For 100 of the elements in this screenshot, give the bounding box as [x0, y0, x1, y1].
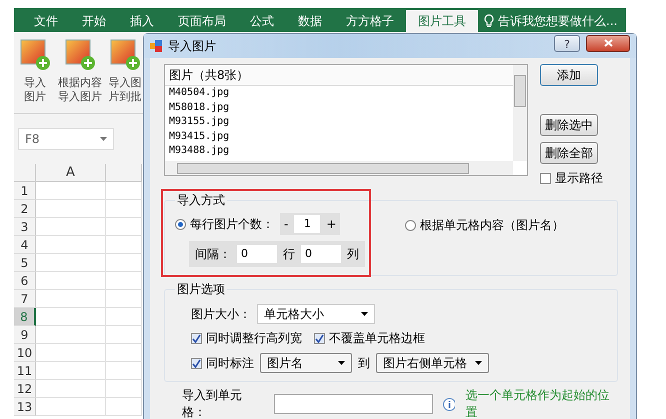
tell-me-field[interactable]: 告诉我您想要做什么...	[478, 10, 618, 32]
checkbox[interactable]: 同时标注	[191, 354, 254, 372]
ribbon-tab[interactable]: 图片工具	[406, 10, 478, 32]
ribbon-tab[interactable]: 方方格子	[334, 10, 406, 32]
row-header[interactable]: 7	[14, 290, 36, 308]
row-header[interactable]: 5	[14, 254, 36, 272]
row-header[interactable]: 13	[14, 398, 36, 416]
radio-button[interactable]: 每行图片个数：	[175, 216, 274, 232]
number-stepper[interactable]: - 1 +	[280, 213, 340, 235]
lightbulb-icon	[484, 14, 494, 28]
file-item[interactable]: M58018.jpg	[165, 100, 513, 115]
file-item[interactable]: M93155.jpg	[165, 115, 513, 130]
checkbox[interactable]: 不覆盖单元格边框	[314, 330, 425, 347]
vertical-scrollbar[interactable]	[513, 65, 527, 161]
radio-button[interactable]: 根据单元格内容（图片名）	[405, 217, 564, 234]
grid-cell[interactable]	[36, 362, 106, 380]
file-list[interactable]: 图片（共8张） M40504.jpg M58018.jpg M93155.jpg M93415.jpg M93488.jpg	[164, 64, 528, 176]
grid-cell[interactable]	[106, 308, 142, 326]
row-header[interactable]: 11	[14, 362, 36, 380]
grid-cell[interactable]	[36, 380, 106, 398]
checkmark-icon	[315, 334, 324, 343]
group-title: 导入方式	[176, 192, 226, 209]
dropdown-arrow-icon	[100, 137, 107, 141]
dialog-button[interactable]: 添加	[540, 64, 598, 86]
row-header[interactable]: 10	[14, 344, 36, 362]
row-header[interactable]: 4	[14, 236, 36, 254]
row-header[interactable]: 1	[14, 182, 36, 200]
checkmark-icon	[192, 358, 201, 368]
size-dropdown[interactable]: 单元格大小	[257, 304, 375, 324]
target-label: 导入到单元格：	[182, 387, 243, 419]
horizontal-scrollbar[interactable]	[165, 161, 513, 175]
checkbox[interactable]: 显示路径	[540, 170, 603, 187]
grid-cell[interactable]	[106, 380, 142, 398]
grid-cell[interactable]	[106, 362, 142, 380]
row-header[interactable]: 6	[14, 272, 36, 290]
row-header[interactable]: 2	[14, 200, 36, 218]
grid-cell[interactable]	[36, 326, 106, 344]
row-header[interactable]: 3	[14, 218, 36, 236]
grid-cell[interactable]	[36, 344, 106, 362]
grid-cell[interactable]	[36, 254, 106, 272]
help-button[interactable]: ?	[554, 34, 580, 52]
plus-button[interactable]: +	[326, 217, 336, 231]
grid-cell[interactable]	[36, 200, 106, 218]
name-box[interactable]: F8	[18, 128, 114, 150]
grid-cell[interactable]	[36, 236, 106, 254]
checkbox[interactable]: 同时调整行高列宽	[191, 330, 302, 347]
grid-cell[interactable]	[36, 272, 106, 290]
to-label: 到	[358, 354, 370, 372]
ribbon-button[interactable]: 导入图 片到批	[108, 38, 142, 113]
grid-cell[interactable]	[106, 272, 142, 290]
dialog-title: 导入图片	[168, 38, 217, 54]
ribbon-tab[interactable]: 开始	[70, 10, 118, 32]
dialog-button[interactable]: 删除全部	[540, 142, 598, 164]
minus-button[interactable]: -	[284, 217, 288, 231]
row-spacing-field[interactable]: 0	[237, 245, 277, 263]
grid-cell[interactable]	[36, 182, 106, 200]
row-header[interactable]: 12	[14, 380, 36, 398]
grid-cell[interactable]	[36, 308, 106, 326]
grid-cell[interactable]	[36, 218, 106, 236]
picture-add-icon	[63, 38, 97, 72]
dropdown-arrow-icon	[361, 312, 368, 316]
close-button[interactable]	[586, 34, 630, 52]
grid-cell[interactable]	[106, 236, 142, 254]
list-header: 图片（共8张）	[165, 65, 513, 86]
column-header[interactable]	[106, 164, 142, 182]
file-item[interactable]: M40504.jpg	[165, 86, 513, 100]
ribbon-tab[interactable]: 文件	[22, 10, 70, 32]
grid-cell[interactable]	[106, 344, 142, 362]
ribbon-button[interactable]: 导入 图片	[18, 38, 52, 113]
info-icon	[442, 398, 456, 410]
grid-cell[interactable]	[106, 200, 142, 218]
position-dropdown[interactable]: 图片右侧单元格	[376, 353, 489, 373]
file-item[interactable]: M93415.jpg	[165, 130, 513, 144]
grid-cell[interactable]	[106, 326, 142, 344]
grid-cell[interactable]	[106, 290, 142, 308]
grid-cell[interactable]	[106, 398, 142, 416]
row-header[interactable]: 8	[14, 308, 36, 326]
grid-cell[interactable]	[106, 254, 142, 272]
count-field[interactable]: 1	[294, 215, 320, 233]
column-spacing-field[interactable]: 0	[301, 245, 341, 263]
picture-add-icon	[18, 38, 52, 72]
ribbon-tab[interactable]: 插入	[118, 10, 166, 32]
grid-cell[interactable]	[106, 218, 142, 236]
grid-cell[interactable]	[106, 182, 142, 200]
grid-cell[interactable]	[36, 398, 106, 416]
picture-add-icon	[108, 38, 142, 72]
label-dropdown[interactable]: 图片名	[260, 353, 352, 373]
select-all-corner[interactable]	[14, 164, 36, 182]
row-header[interactable]: 9	[14, 326, 36, 344]
grid-cell[interactable]	[36, 290, 106, 308]
column-header[interactable]: A	[36, 164, 106, 182]
file-item[interactable]: M93488.jpg	[165, 144, 513, 158]
dialog-button[interactable]: 删除选中	[540, 114, 598, 136]
ribbon-tab[interactable]: 页面布局	[166, 10, 238, 32]
ribbon-tab[interactable]: 公式	[238, 10, 286, 32]
group-title: 图片选项	[176, 281, 226, 298]
target-cell-field[interactable]	[274, 394, 433, 414]
ribbon-tab[interactable]: 数据	[286, 10, 334, 32]
app-icon	[150, 40, 162, 52]
ribbon-button[interactable]: 根据内容 导入图片	[58, 38, 102, 113]
